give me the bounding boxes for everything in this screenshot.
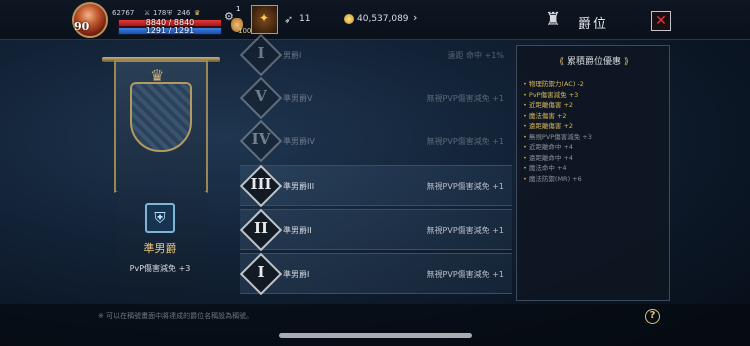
rank-row[interactable]: I 準男爵I 無視PVP傷害減免 +1 [239,252,512,296]
home-indicator[interactable] [279,333,472,338]
background-shield [118,180,204,298]
rank-effect: 無視PVP傷害減免 +1 [426,270,504,279]
rank-badge-icon: ⛨ [145,203,175,233]
crest-shield-icon [130,82,192,152]
wing-left-icon: ⟪ [559,57,565,67]
flame-icon: ✦ [259,11,270,25]
benefit-text: 近距離傷害 +2 [528,101,574,109]
benefit-text: 無視PVP傷害減免 +3 [528,132,592,141]
benefit-text: 魔法傷害 +2 [528,111,567,120]
footer-note: ※ 可以在稱號畫面中將達成的爵位名稱設為稱號。 [98,312,254,320]
stat-a: 62767 [112,9,135,17]
top-status-bar: 90 62767 ⚔ 178 ⛨ 246 ♛ 8840 / 8840 1291 … [0,0,750,40]
crown-icon: ♛ [194,9,201,17]
rank-row[interactable]: IV 準男爵IV 無視PVP傷害減免 +1 [239,119,512,163]
list-item: • 近距離傷害 +2 [523,101,574,109]
benefit-list: • 物理防禦力(AC) -2 • PvP傷害減免 +3 • 近距離傷害 +2 •… [523,79,669,184]
benefit-text: 遠距離命中 +4 [528,153,574,162]
rank-numeral: III [250,175,272,193]
list-item: • 遠距離命中 +4 [523,153,574,162]
benefit-text: 遠距離傷害 +2 [528,122,574,130]
rank-row[interactable]: II 準男爵II 無視PVP傷害減免 +1 [239,208,512,252]
skill-slot[interactable]: ✦ [251,5,278,34]
rank-effect: 無視PVP傷害減免 +1 [426,226,504,235]
feather-value: 11 [299,14,311,24]
rank-effect: 遠距 命中 +1% [447,51,504,60]
rank-effect: 無視PVP傷害減免 +1 [426,94,504,103]
stat-c: 246 [177,9,191,17]
rank-label: 準男爵V [283,94,313,103]
mp-bar: 1291 / 1291 [118,26,222,35]
rank-effect: 無視PVP傷害減免 +1 [426,137,504,146]
rank-row[interactable]: V 準男爵V 無視PVP傷害減免 +1 [239,76,512,120]
rank-row[interactable]: I 男爵I 遠距 命中 +1% [239,33,512,77]
list-item: • 物理防禦力(AC) -2 [523,80,584,88]
rank-label: 準男爵IV [283,137,315,146]
rank-numeral: I [257,263,265,281]
feather-icon: ➶ [284,13,294,26]
coin-icon [344,14,354,24]
potion-amount: 100 [238,27,252,35]
benefit-text: 近距離命中 +4 [528,143,574,151]
list-item: • PvP傷害減免 +3 [523,90,579,99]
list-item: • 魔法防禦(MR) +6 [523,174,582,183]
gold-value: 40,537,089 [357,14,409,24]
chevron-right-icon[interactable]: › [413,11,417,24]
benefit-text: 魔法防禦(MR) +6 [528,174,582,183]
rank-label: 準男爵I [283,270,310,279]
list-item: • 魔法傷害 +2 [523,111,567,120]
mp-text: 1291 / 1291 [145,26,195,35]
rank-numeral: I [257,44,265,62]
player-level: 90 [74,20,90,33]
rank-label: 準男爵II [283,226,312,235]
close-button[interactable]: ✕ [651,11,671,31]
crown-icon: ♛ [150,66,165,85]
current-rank-name: 準男爵 [143,242,177,255]
rank-numeral: IV [251,130,271,148]
list-item: • 魔法命中 +4 [523,164,567,172]
benefit-text: 魔法命中 +4 [528,164,567,172]
benefit-title: 累積爵位優惠 [566,57,621,67]
rank-emblem-icon: ♜ [545,9,562,30]
stat-b: 178 [153,9,167,17]
rank-list: I 男爵I 遠距 命中 +1% V 準男爵V 無視PVP傷害減免 +1 IV 準… [239,33,512,297]
rank-label: 男爵I [283,51,302,60]
benefit-panel-header: ⟪ 累積爵位優惠 ⟫ [517,54,671,67]
benefit-text: 物理防禦力(AC) -2 [528,80,584,88]
current-rank-bonus: PvP傷害減免 +3 [129,264,191,273]
list-item: • 遠距離傷害 +2 [523,122,574,130]
potion-count: 1 [236,5,241,13]
list-item: • 近距離命中 +4 [523,143,574,151]
rank-numeral: II [253,219,269,237]
rank-row[interactable]: III 準男爵III 無視PVP傷害減免 +1 [239,164,512,208]
sword-icon: ⚔ [144,9,151,17]
benefit-text: PvP傷害減免 +3 [528,90,579,99]
rank-effect: 無視PVP傷害減免 +1 [426,182,504,191]
list-item: • 無視PVP傷害減免 +3 [523,132,592,141]
page-title: 爵位 [578,17,609,32]
helmet-icon: ⛨ [167,9,173,17]
rank-label: 準男爵III [283,182,315,191]
accumulated-benefits-panel: ⟪ 累積爵位優惠 ⟫ • 物理防禦力(AC) -2 • PvP傷害減免 +3 •… [516,45,670,301]
rank-numeral: V [255,87,267,105]
wing-right-icon: ⟫ [623,57,629,67]
help-button[interactable]: ? [645,309,660,324]
